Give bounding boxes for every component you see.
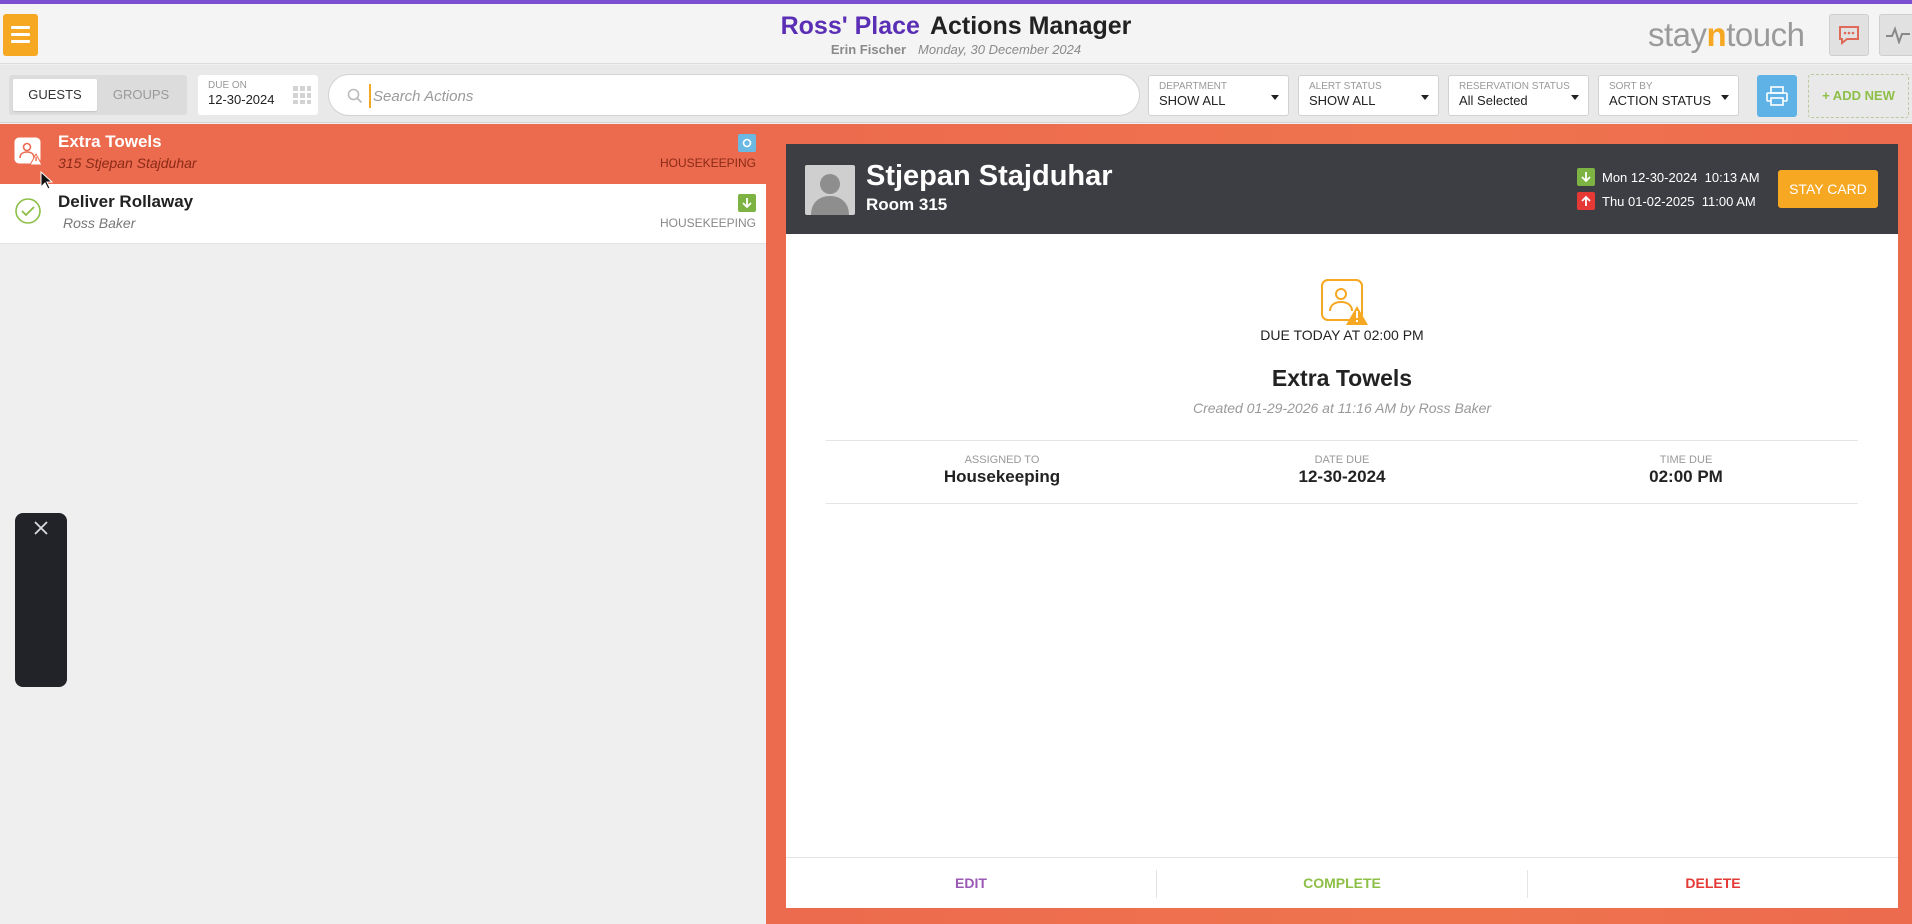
departure-datetime: Thu 01-02-2025 11:00 AM	[1602, 193, 1756, 209]
tab-groups[interactable]: GROUPS	[99, 79, 183, 111]
sort-by-label: SORT BY	[1609, 81, 1653, 92]
action-detail-card: Stjepan Stajduhar Room 315 Mon 12-30-202…	[786, 144, 1898, 908]
page-title: Actions Manager	[929, 12, 1132, 40]
brand-prefix: stay	[1648, 16, 1707, 53]
action-department: HOUSEKEEPING	[659, 216, 756, 230]
caret-down-icon	[1421, 95, 1429, 100]
search-icon	[347, 88, 363, 104]
list-item[interactable]: Extra Towels 315 Stjepan Stajduhar HOUSE…	[0, 124, 766, 184]
sort-by-dropdown[interactable]: SORT BY ACTION STATUS	[1598, 75, 1739, 116]
time-due: TIME DUE 02:00 PM	[1586, 455, 1786, 487]
action-department: HOUSEKEEPING	[659, 156, 756, 170]
time-due-value: 02:00 PM	[1649, 467, 1723, 486]
guest-alert-icon	[1321, 279, 1368, 325]
action-footer: EDIT COMPLETE DELETE	[786, 857, 1898, 908]
department-dropdown[interactable]: DEPARTMENT SHOW ALL	[1148, 75, 1289, 116]
filter-bar: GUESTS GROUPS DUE ON 12-30-2024 DEPARTME…	[0, 65, 1912, 123]
arrival-icon	[738, 194, 756, 212]
complete-button[interactable]: COMPLETE	[1157, 858, 1527, 909]
action-meta: ASSIGNED TO Housekeeping DATE DUE 12-30-…	[826, 440, 1858, 504]
due-text: DUE TODAY AT 02:00 PM	[1260, 327, 1424, 343]
reservation-status-value: All Selected	[1459, 93, 1528, 108]
date-due-label: DATE DUE	[1314, 454, 1370, 466]
list-item[interactable]: Deliver Rollaway Ross Baker HOUSEKEEPING	[0, 184, 766, 244]
department-label: DEPARTMENT	[1159, 81, 1227, 92]
business-date: Monday, 30 December 2024	[918, 42, 1082, 57]
reservation-status-label: RESERVATION STATUS	[1459, 81, 1570, 92]
assigned-to-label: ASSIGNED TO	[964, 454, 1040, 466]
room-number: Room 315	[866, 195, 948, 214]
arrival-datetime: Mon 12-30-2024 10:13 AM	[1602, 169, 1760, 185]
due-on-picker[interactable]: DUE ON 12-30-2024	[198, 75, 318, 115]
delete-button[interactable]: DELETE	[1528, 858, 1898, 909]
action-title: Deliver Rollaway	[58, 192, 194, 211]
top-header: Ross' Place Actions Manager Erin Fischer M…	[0, 0, 1912, 64]
search-input[interactable]	[369, 84, 1109, 108]
created-info: Created 01-29-2026 at 11:16 AM by Ross B…	[1192, 400, 1492, 416]
alert-status-label: ALERT STATUS	[1309, 81, 1382, 92]
user-name: Erin Fischer	[830, 42, 907, 57]
sort-by-value: ACTION STATUS	[1609, 93, 1712, 108]
arrival-line: Mon 12-30-2024 10:13 AM	[1577, 168, 1760, 186]
date-due: DATE DUE 12-30-2024	[1242, 455, 1442, 487]
alert-status-value: SHOW ALL	[1309, 93, 1376, 108]
caret-down-icon	[1721, 95, 1729, 100]
chat-button[interactable]	[1829, 14, 1869, 56]
department-value: SHOW ALL	[1159, 93, 1226, 108]
reservation-status-dropdown[interactable]: RESERVATION STATUS All Selected	[1448, 75, 1589, 116]
dot-icon	[738, 134, 756, 152]
guests-groups-toggle: GUESTS GROUPS	[9, 75, 187, 115]
side-widget	[15, 513, 67, 687]
close-icon	[34, 521, 48, 535]
close-button[interactable]	[15, 513, 67, 543]
departure-line: Thu 01-02-2025 11:00 AM	[1577, 192, 1756, 210]
printer-icon	[1766, 86, 1788, 106]
check-icon	[15, 198, 41, 224]
avatar	[805, 165, 855, 215]
time-due-label: TIME DUE	[1659, 454, 1713, 466]
chat-icon	[1839, 26, 1859, 46]
edit-button[interactable]: EDIT	[786, 858, 1156, 909]
activity-button[interactable]	[1879, 14, 1912, 56]
hotel-name: Ross' Place	[780, 12, 920, 40]
add-new-button[interactable]: + ADD NEW	[1808, 74, 1909, 118]
assigned-to-value: Housekeeping	[943, 467, 1061, 486]
tab-guests[interactable]: GUESTS	[13, 79, 97, 111]
action-subtitle: Ross Baker	[63, 215, 136, 231]
action-subtitle: 315 Stjepan Stajduhar	[58, 155, 197, 171]
action-title-large: Extra Towels	[1271, 365, 1413, 391]
arrival-icon	[1577, 168, 1595, 186]
brand-suffix: touch	[1726, 16, 1805, 53]
caret-down-icon	[1571, 95, 1579, 100]
date-due-value: 12-30-2024	[1298, 467, 1386, 486]
action-title: Extra Towels	[58, 132, 162, 151]
guest-name: Stjepan Stajduhar	[866, 160, 1113, 192]
stay-card-button[interactable]: STAY CARD	[1778, 170, 1878, 208]
print-button[interactable]	[1757, 75, 1797, 117]
brand-accent: n	[1706, 16, 1727, 53]
alert-icon	[14, 137, 43, 166]
pulse-icon	[1886, 26, 1910, 44]
calendar-icon[interactable]	[292, 85, 312, 105]
search-bar	[328, 74, 1140, 116]
departure-icon	[1577, 192, 1595, 210]
mouse-cursor-icon	[40, 171, 54, 190]
brand-logo: stayntouch	[1648, 16, 1805, 54]
caret-down-icon	[1271, 95, 1279, 100]
assigned-to: ASSIGNED TO Housekeeping	[902, 455, 1102, 487]
guest-header: Stjepan Stajduhar Room 315 Mon 12-30-202…	[786, 144, 1898, 234]
alert-status-dropdown[interactable]: ALERT STATUS SHOW ALL	[1298, 75, 1439, 116]
actions-list: Extra Towels 315 Stjepan Stajduhar HOUSE…	[0, 124, 766, 924]
title-block: Ross' Place Actions Manager Erin Fischer M…	[0, 12, 1912, 57]
